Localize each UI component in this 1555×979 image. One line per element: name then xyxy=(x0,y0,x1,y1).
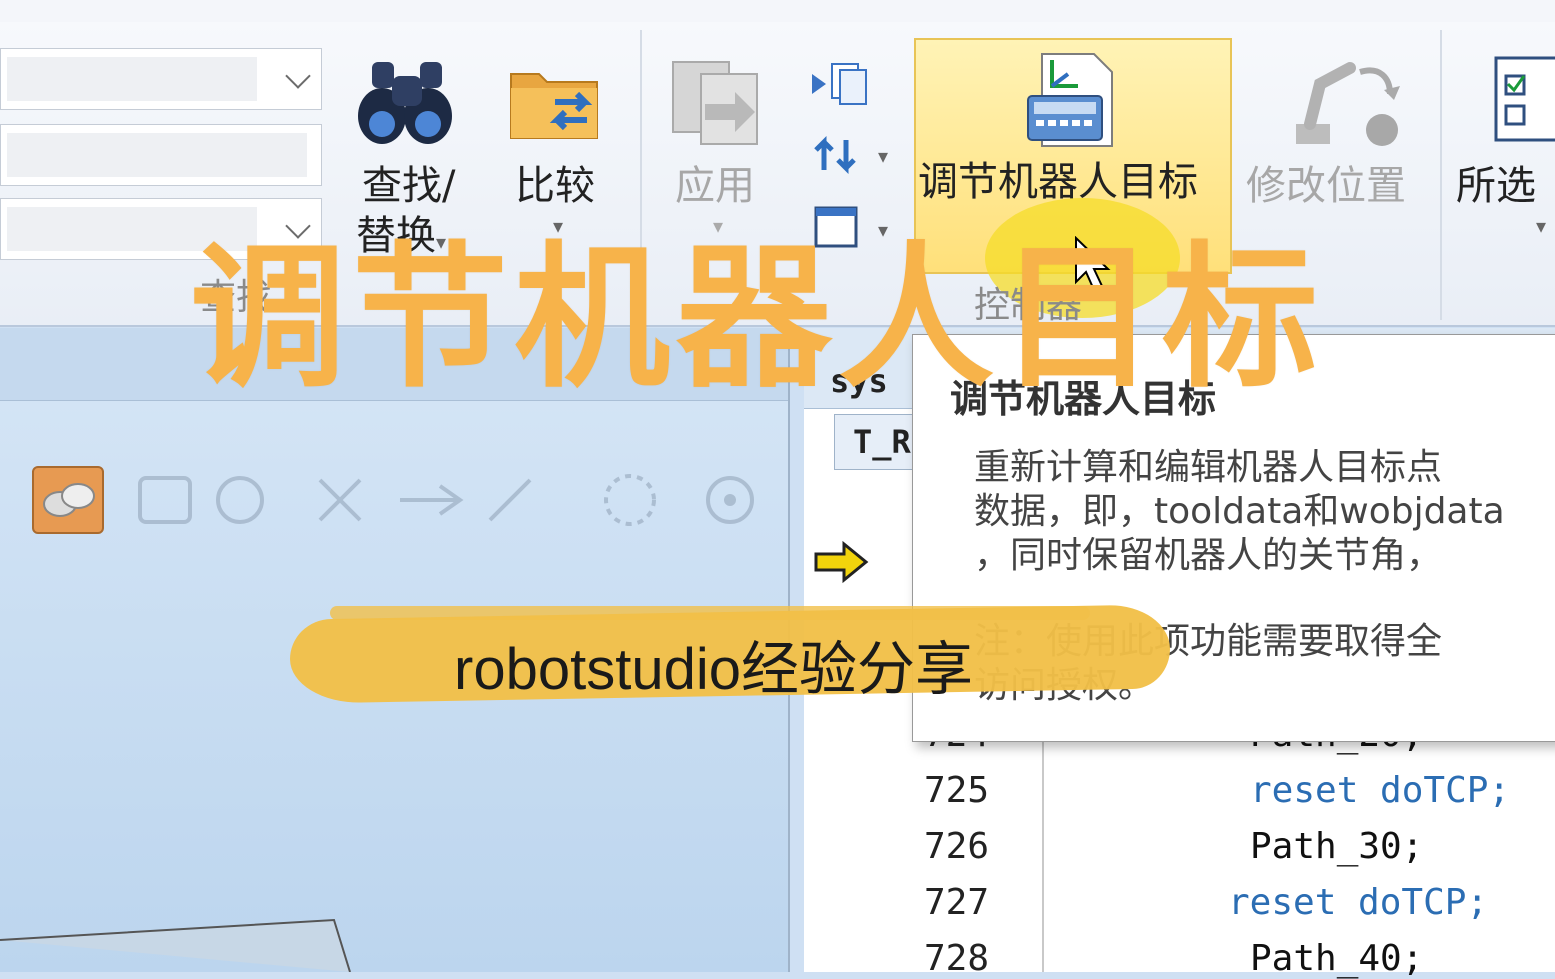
binoculars-icon xyxy=(358,62,452,144)
editor-task-tab[interactable]: T_R xyxy=(834,414,924,470)
tooltip-body-line: ，同时保留机器人的关节角， xyxy=(974,535,1443,576)
title-strip xyxy=(0,0,1555,23)
line-number: 728 xyxy=(924,938,990,979)
robot-target-doc-icon xyxy=(1022,50,1118,150)
ribbon-separator xyxy=(1440,30,1442,320)
combo-box-1[interactable] xyxy=(0,48,322,110)
robot-arm-icon xyxy=(1296,62,1400,146)
code-line[interactable]: Path_30; xyxy=(1250,826,1423,867)
dropdown-arrow-icon: ▾ xyxy=(878,144,889,168)
copy-pages-icon[interactable] xyxy=(808,60,868,106)
code-line[interactable]: Path_40; xyxy=(1250,938,1423,979)
swap-arrows-button[interactable]: ▾ xyxy=(812,130,902,180)
adjust-robot-targets-label: 调节机器人目标 xyxy=(918,159,1198,205)
view-toolbar-icons[interactable] xyxy=(130,470,780,530)
modify-position-label: 修改位置 xyxy=(1246,163,1406,209)
line-number: 726 xyxy=(924,826,990,867)
editor-gutter-line xyxy=(1042,720,1044,972)
program-pointer-arrow-icon xyxy=(814,540,869,584)
line-number: 725 xyxy=(924,770,990,811)
text-field-2[interactable] xyxy=(0,124,322,186)
apply-label: 应用 xyxy=(675,163,755,209)
overlay-title: 调节机器人目标 xyxy=(190,227,1324,409)
3d-object-outline xyxy=(0,918,351,972)
code-line[interactable]: reset doTCP; xyxy=(1250,770,1510,811)
chevron-down-icon[interactable] xyxy=(285,63,311,89)
line-number: 727 xyxy=(924,882,990,923)
apply-icon xyxy=(672,61,758,145)
find-replace-label-1: 查找/ xyxy=(362,163,456,209)
dropdown-arrow-icon: ▾ xyxy=(1536,214,1547,238)
tooltip-body-line: 重新计算和编辑机器人目标点 xyxy=(974,447,1443,488)
checklist-icon xyxy=(1494,56,1555,142)
selected-label: 所选 xyxy=(1456,163,1536,209)
selection-mode-icon[interactable] xyxy=(32,466,104,534)
selected-button[interactable]: 所选 ▾ xyxy=(1452,54,1555,294)
code-line[interactable]: reset doTCP; xyxy=(1228,882,1488,923)
overlay-subtitle: robotstudio经验分享 xyxy=(454,637,973,702)
compare-label: 比较 xyxy=(515,163,595,209)
folder-compare-icon xyxy=(510,73,598,139)
tooltip-body-line: 数据，即，tooldata和wobjdata xyxy=(974,491,1505,532)
swap-arrows-icon xyxy=(814,135,856,175)
